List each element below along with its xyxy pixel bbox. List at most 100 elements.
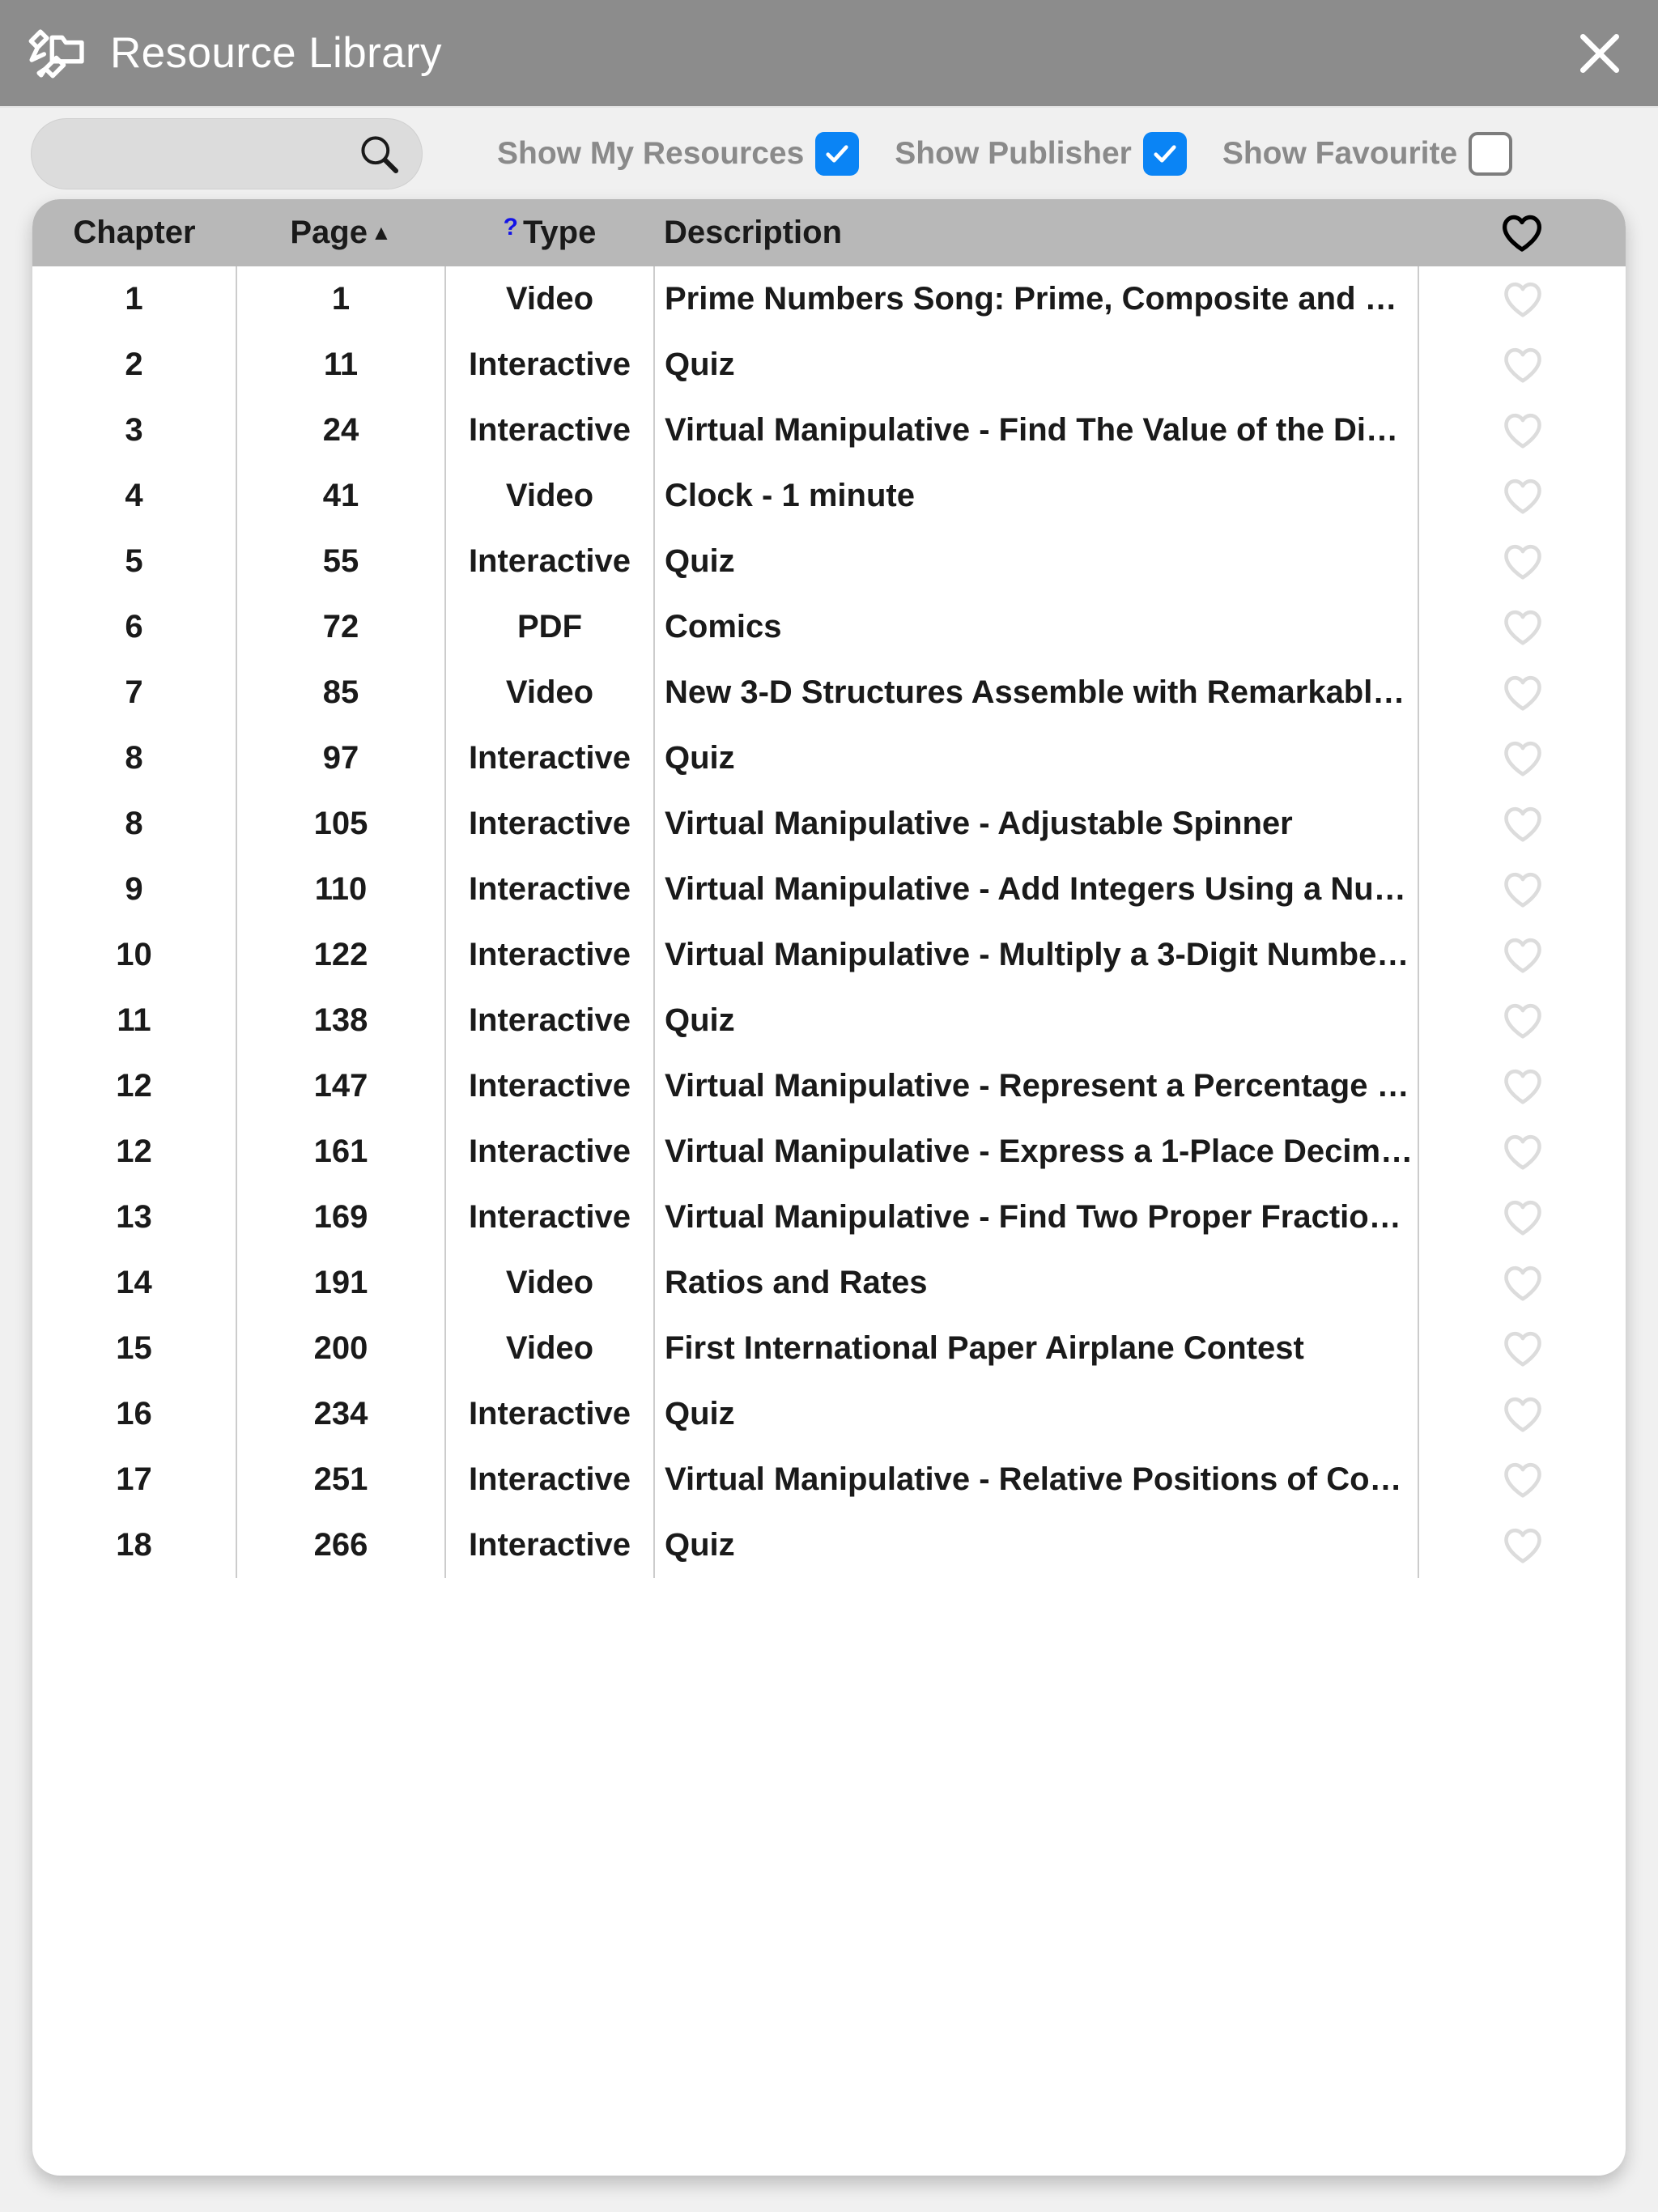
search-field-wrapper <box>31 117 423 189</box>
cell-type: Interactive <box>445 529 655 594</box>
cell-favourite[interactable] <box>1418 1316 1626 1381</box>
table-row[interactable]: 8 105 Interactive Virtual Manipulative - Ad… <box>32 791 1626 857</box>
favourite-heart-icon[interactable] <box>1419 478 1626 515</box>
cell-favourite[interactable] <box>1418 1119 1626 1185</box>
favourite-heart-icon[interactable] <box>1419 871 1626 908</box>
cell-type: Video <box>445 1316 655 1381</box>
cell-favourite[interactable] <box>1418 857 1626 922</box>
cell-page: 147 <box>236 1053 446 1119</box>
favourite-heart-icon[interactable] <box>1419 1134 1626 1171</box>
column-header-chapter-label: Chapter <box>73 215 196 250</box>
table-row[interactable]: 8 97 Interactive Quiz <box>32 725 1626 791</box>
cell-type: Interactive <box>445 332 655 398</box>
table-row[interactable]: 15 200 Video First International Paper Airp… <box>32 1316 1626 1381</box>
cell-favourite[interactable] <box>1418 922 1626 988</box>
heart-icon <box>1418 214 1626 253</box>
table-row[interactable]: 3 24 Interactive Virtual Manipulative - Fin… <box>32 398 1626 463</box>
checkbox-show-favourite[interactable] <box>1469 131 1513 176</box>
favourite-heart-icon[interactable] <box>1419 1265 1626 1302</box>
favourite-heart-icon[interactable] <box>1419 412 1626 449</box>
favourite-heart-icon[interactable] <box>1419 1527 1626 1564</box>
cell-favourite[interactable] <box>1418 791 1626 857</box>
cell-description: Virtual Manipulative - Relative Position… <box>654 1447 1419 1512</box>
table-row[interactable]: 14 191 Video Ratios and Rates <box>32 1250 1626 1316</box>
cell-chapter: 16 <box>32 1381 237 1447</box>
cell-page: 97 <box>236 725 446 791</box>
cell-page: 234 <box>236 1381 446 1447</box>
table-row[interactable]: 10 122 Interactive Virtual Manipulative - M… <box>32 922 1626 988</box>
cell-favourite[interactable] <box>1418 398 1626 463</box>
table-row[interactable]: 11 138 Interactive Quiz <box>32 988 1626 1053</box>
cell-page: 11 <box>236 332 446 398</box>
table-row[interactable]: 7 85 Video New 3-D Structures Assemble with… <box>32 660 1626 725</box>
column-header-type[interactable]: ? Type <box>445 199 654 266</box>
cell-favourite[interactable] <box>1418 332 1626 398</box>
favourite-heart-icon[interactable] <box>1419 740 1626 777</box>
table-row[interactable]: 6 72 PDF Comics <box>32 594 1626 660</box>
cell-favourite[interactable] <box>1418 266 1626 332</box>
cell-favourite[interactable] <box>1418 594 1626 660</box>
column-header-page[interactable]: Page ▲ <box>236 199 445 266</box>
favourite-heart-icon[interactable] <box>1419 1068 1626 1105</box>
favourite-heart-icon[interactable] <box>1419 674 1626 712</box>
favourite-heart-icon[interactable] <box>1419 543 1626 581</box>
cell-favourite[interactable] <box>1418 529 1626 594</box>
filter-show-my-resources[interactable]: Show My Resources <box>497 131 860 176</box>
table-row[interactable]: 12 147 Interactive Virtual Manipulative - R… <box>32 1053 1626 1119</box>
filter-show-favourite[interactable]: Show Favourite <box>1222 131 1513 176</box>
cell-favourite[interactable] <box>1418 1512 1626 1578</box>
table-row[interactable]: 13 169 Interactive Virtual Manipulative - F… <box>32 1185 1626 1250</box>
table-row[interactable]: 2 11 Interactive Quiz <box>32 332 1626 398</box>
column-header-chapter[interactable]: Chapter <box>32 199 236 266</box>
cell-favourite[interactable] <box>1418 725 1626 791</box>
close-icon[interactable] <box>1561 15 1639 92</box>
column-header-description[interactable]: Description <box>654 199 1418 266</box>
favourite-heart-icon[interactable] <box>1419 1002 1626 1040</box>
cell-description: Comics <box>654 594 1419 660</box>
cell-description: Virtual Manipulative - Adjustable Spinne… <box>654 791 1419 857</box>
type-help-icon[interactable]: ? <box>504 214 518 240</box>
cell-favourite[interactable] <box>1418 1053 1626 1119</box>
cell-favourite[interactable] <box>1418 1381 1626 1447</box>
table-row[interactable]: 4 41 Video Clock - 1 minute <box>32 463 1626 529</box>
cell-favourite[interactable] <box>1418 1447 1626 1512</box>
checkbox-show-publisher[interactable] <box>1142 131 1187 176</box>
checkbox-show-my-resources[interactable] <box>815 131 860 176</box>
cell-type: Interactive <box>445 791 655 857</box>
favourite-heart-icon[interactable] <box>1419 609 1626 646</box>
cell-description: Virtual Manipulative - Find Two Proper F… <box>654 1185 1419 1250</box>
toolbar: Show My Resources Show Publisher Show Fa… <box>0 108 1658 199</box>
cell-chapter: 13 <box>32 1185 237 1250</box>
favourite-heart-icon[interactable] <box>1419 347 1626 384</box>
favourite-heart-icon[interactable] <box>1419 1199 1626 1236</box>
table-row[interactable]: 12 161 Interactive Virtual Manipulative - E… <box>32 1119 1626 1185</box>
cell-chapter: 15 <box>32 1316 237 1381</box>
sort-ascending-icon: ▲ <box>370 220 392 245</box>
cell-page: 1 <box>236 266 446 332</box>
cell-page: 105 <box>236 791 446 857</box>
column-header-favourite[interactable] <box>1418 199 1626 266</box>
favourite-heart-icon[interactable] <box>1419 1461 1626 1499</box>
cell-type: Interactive <box>445 1119 655 1185</box>
favourite-heart-icon[interactable] <box>1419 937 1626 974</box>
cell-favourite[interactable] <box>1418 1250 1626 1316</box>
cell-favourite[interactable] <box>1418 1185 1626 1250</box>
filter-show-publisher[interactable]: Show Publisher <box>895 131 1187 176</box>
cell-type: Interactive <box>445 1512 655 1578</box>
favourite-heart-icon[interactable] <box>1419 1396 1626 1433</box>
favourite-heart-icon[interactable] <box>1419 281 1626 318</box>
cell-favourite[interactable] <box>1418 660 1626 725</box>
cell-favourite[interactable] <box>1418 988 1626 1053</box>
search-input[interactable] <box>31 117 423 189</box>
table-row[interactable]: 17 251 Interactive Virtual Manipulative - R… <box>32 1447 1626 1512</box>
cell-description: Quiz <box>654 725 1419 791</box>
cell-description: Ratios and Rates <box>654 1250 1419 1316</box>
favourite-heart-icon[interactable] <box>1419 806 1626 843</box>
table-row[interactable]: 16 234 Interactive Quiz <box>32 1381 1626 1447</box>
table-row[interactable]: 1 1 Video Prime Numbers Song: Prime, Compos… <box>32 266 1626 332</box>
table-row[interactable]: 9 110 Interactive Virtual Manipulative - Ad… <box>32 857 1626 922</box>
table-row[interactable]: 18 266 Interactive Quiz <box>32 1512 1626 1578</box>
table-row[interactable]: 5 55 Interactive Quiz <box>32 529 1626 594</box>
cell-favourite[interactable] <box>1418 463 1626 529</box>
favourite-heart-icon[interactable] <box>1419 1330 1626 1368</box>
